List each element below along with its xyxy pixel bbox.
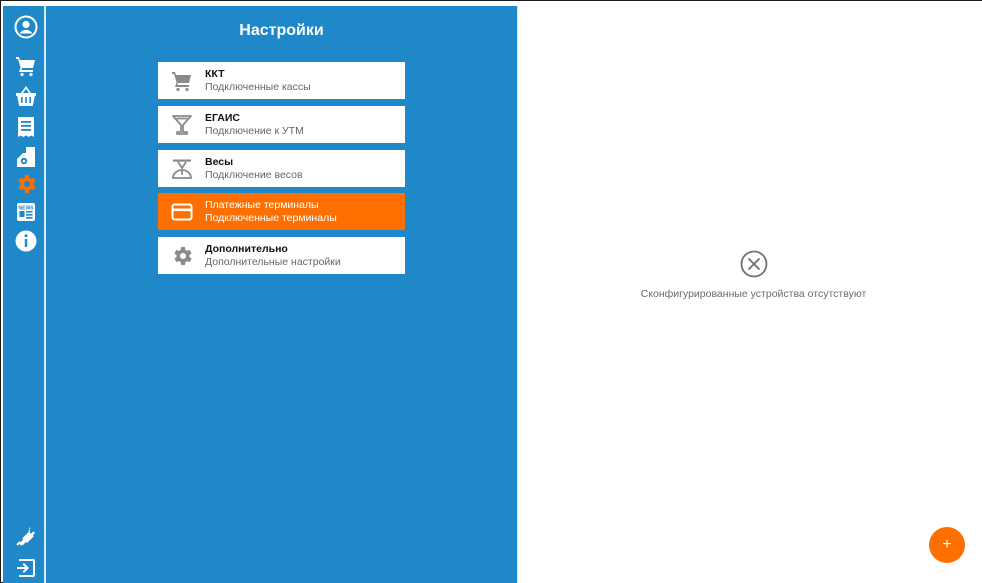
menu-item-title: ККТ [205,68,225,80]
menu-item-title: Платежные терминалы [205,199,319,211]
gear-icon [170,244,194,268]
menu-item-egais[interactable]: ЕГАИС Подключение к УТМ [158,106,405,143]
menu-item-subtitle: Подключенные терминалы [205,212,337,224]
menu-item-additional[interactable]: Дополнительно Дополнительные настройки [158,237,405,274]
logout-icon[interactable] [13,555,39,581]
icon-sidebar: NEWS [3,6,44,583]
empty-state-message: Сконфигурированные устройства отсутствую… [640,288,867,300]
scale-icon [170,157,194,181]
info-icon[interactable] [13,228,39,254]
settings-title: Настройки [239,22,324,39]
gear-icon[interactable] [13,171,39,197]
account-icon[interactable] [13,14,39,40]
credit-card-icon [170,200,194,224]
basket-icon[interactable] [13,83,39,109]
cart-icon[interactable] [13,53,39,79]
circle-x-icon [740,250,768,278]
news-icon[interactable]: NEWS [13,199,39,225]
plugin-icon[interactable] [13,523,39,549]
svg-text:NEWS: NEWS [19,206,35,212]
menu-item-title: ЕГАИС [205,112,241,124]
devices-pane: Сконфигурированные устройства отсутствую… [517,6,982,583]
add-device-button[interactable]: + [929,527,965,563]
menu-item-subtitle: Подключенные кассы [205,81,311,93]
menu-item-subtitle: Подключение к УТМ [205,125,304,137]
settings-panel: Настройки ККТ Подключенные кассы ЕГАИС П… [46,6,517,583]
cart-icon [170,69,194,93]
menu-item-payment-terminals[interactable]: Платежные терминалы Подключенные термина… [158,193,405,230]
receipt-icon[interactable] [13,114,39,140]
menu-item-kkt[interactable]: ККТ Подключенные кассы [158,62,405,99]
menu-item-scales[interactable]: Весы Подключение весов [158,150,405,187]
menu-item-title: Дополнительно [205,243,288,255]
menu-item-subtitle: Подключение весов [205,169,303,181]
menu-item-subtitle: Дополнительные настройки [205,256,341,268]
cocktail-icon [170,113,194,137]
menu-item-title: Весы [205,156,234,168]
document-settings-icon[interactable] [13,144,39,170]
